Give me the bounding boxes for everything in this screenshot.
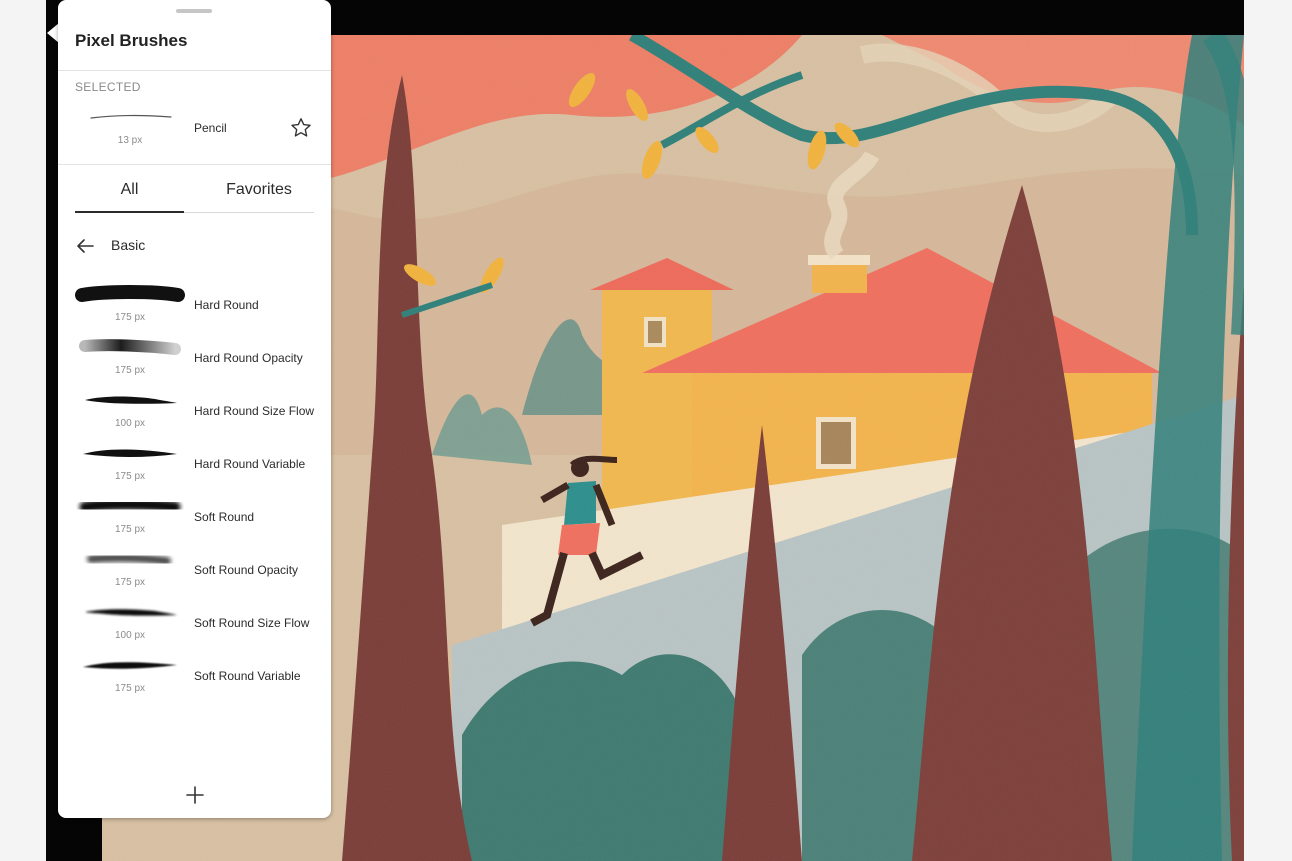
brush-name: Hard Round Opacity (194, 351, 303, 365)
drag-handle[interactable] (176, 9, 212, 13)
brush-size: 100 px (114, 418, 146, 429)
brush-name: Hard Round Size Flow (194, 404, 315, 418)
star-icon[interactable] (289, 116, 313, 140)
tab-favorites[interactable]: Favorites (194, 181, 324, 199)
plus-icon[interactable] (185, 785, 205, 805)
soft-round-variable-stroke-preview (83, 662, 177, 669)
brush-size: 175 px (114, 683, 146, 694)
brush-size: 100 px (114, 630, 146, 641)
brush-row-soft-round-opacity[interactable]: 175 px Soft Round Opacity (58, 543, 331, 596)
selected-label: SELECTED (75, 80, 141, 94)
brush-row-hard-round-size-flow[interactable]: 100 px Hard Round Size Flow (58, 384, 331, 437)
brush-row-hard-round-variable[interactable]: 175 px Hard Round Variable (58, 437, 331, 490)
brush-name: Hard Round Variable (194, 457, 306, 471)
divider (58, 164, 331, 165)
tab-divider (184, 212, 314, 213)
brush-name: Soft Round Variable (194, 669, 301, 683)
section-title: Basic (111, 237, 146, 253)
brush-size: 175 px (114, 524, 146, 535)
brush-size: 175 px (114, 471, 146, 482)
brush-size: 175 px (114, 365, 146, 376)
brush-name: Soft Round (194, 510, 255, 524)
hard-round-opacity-stroke-preview (79, 339, 181, 355)
pencil-stroke-preview (90, 115, 172, 119)
panel-title: Pixel Brushes (75, 31, 188, 50)
hard-round-size-flow-stroke-preview (85, 396, 177, 404)
tab-all[interactable]: All (75, 181, 184, 199)
brush-name: Soft Round Opacity (194, 563, 299, 577)
brush-name: Pencil (194, 121, 227, 135)
brush-row-soft-round[interactable]: 175 px Soft Round (58, 490, 331, 543)
brush-name: Soft Round Size Flow (194, 616, 310, 630)
brush-name: Hard Round (194, 298, 259, 312)
hard-round-variable-stroke-preview (83, 449, 177, 457)
pixel-brushes-panel: Pixel Brushes SELECTED 13 px Pencil All … (58, 0, 331, 818)
brush-size: 175 px (114, 577, 146, 588)
active-tab-indicator (75, 211, 184, 213)
brush-row-soft-round-size-flow[interactable]: 100 px Soft Round Size Flow (58, 596, 331, 649)
soft-round-size-flow-stroke-preview (85, 609, 177, 616)
brush-size: 175 px (114, 312, 146, 323)
arrow-left-icon[interactable] (75, 236, 95, 256)
divider (58, 70, 331, 71)
brush-row-hard-round[interactable]: 175 px Hard Round (58, 278, 331, 331)
soft-round-stroke-preview (79, 498, 181, 513)
brush-row-soft-round-variable[interactable]: 175 px Soft Round Variable (58, 649, 331, 702)
soft-round-opacity-stroke-preview (87, 553, 171, 565)
brush-size: 13 px (117, 135, 143, 146)
hard-round-stroke-preview (75, 285, 185, 302)
brush-row-hard-round-opacity[interactable]: 175 px Hard Round Opacity (58, 331, 331, 384)
